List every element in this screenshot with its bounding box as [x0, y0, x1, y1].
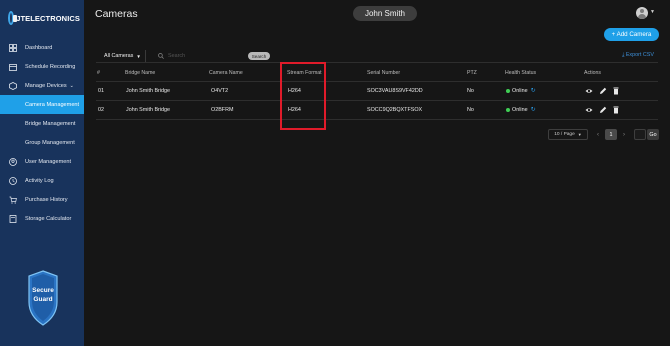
dashboard-icon: [8, 43, 17, 52]
sidebar-item-label: User Management: [25, 158, 72, 165]
sidebar-item-label: Storage Calculator: [25, 215, 72, 222]
sidebar-item-label: Camera Management: [25, 101, 80, 108]
add-camera-button[interactable]: + Add Camera: [604, 28, 659, 41]
chevron-down-icon: ▼: [136, 53, 141, 59]
export-csv-link[interactable]: ⤓ Export CSV: [622, 52, 654, 59]
chevron-down-icon[interactable]: ▼: [650, 9, 655, 15]
sidebar-item-label: Activity Log: [25, 177, 54, 184]
column-header-actions: Actions: [584, 70, 602, 76]
delete-icon[interactable]: [612, 106, 620, 114]
page-jump-input[interactable]: [634, 129, 646, 140]
sidebar-nav: Dashboard Schedule Recording Manage Devi…: [0, 38, 84, 228]
sidebar-item-storage-calculator[interactable]: Storage Calculator: [0, 209, 84, 228]
chevron-down-icon: ⌄: [69, 82, 74, 89]
stream-format-highlight-box: [280, 62, 326, 130]
search-input[interactable]: [168, 51, 248, 61]
sidebar-item-purchase-history[interactable]: Purchase History: [0, 190, 84, 209]
user-icon: [8, 157, 17, 166]
column-header-bridge-name[interactable]: Bridge Name: [125, 70, 155, 76]
delete-icon[interactable]: [612, 87, 620, 95]
cart-icon: [8, 195, 17, 204]
sidebar-item-bridge-management[interactable]: Bridge Management: [0, 114, 84, 133]
cell-ptz: No: [467, 107, 474, 113]
next-page-button[interactable]: ›: [619, 129, 629, 140]
cell-number: 01: [98, 88, 104, 94]
export-icon: ⤓: [621, 52, 625, 58]
sidebar-item-activity-log[interactable]: Activity Log: [0, 171, 84, 190]
cell-number: 02: [98, 107, 104, 113]
sidebar: JTELECTRONICS Dashboard Schedule Recordi…: [0, 0, 84, 346]
avatar[interactable]: [636, 7, 648, 19]
go-button[interactable]: Go: [647, 129, 659, 140]
cell-serial-number: SOCC9Q2BQXTFSOX: [367, 107, 423, 113]
refresh-icon[interactable]: ↻: [531, 87, 536, 94]
online-status-dot: [506, 107, 510, 112]
sidebar-item-dashboard[interactable]: Dashboard: [0, 38, 84, 57]
page-title: Cameras: [95, 8, 138, 20]
cell-bridge-name: John Smith Bridge: [126, 107, 171, 113]
health-status: Online ↻: [506, 106, 536, 113]
device-icon: [8, 81, 17, 90]
sidebar-item-label: Schedule Recording: [25, 63, 76, 70]
sidebar-item-label: Dashboard: [25, 44, 53, 51]
camera-filter-select[interactable]: All Cameras ▼: [96, 50, 146, 62]
view-icon[interactable]: [585, 106, 593, 114]
refresh-icon[interactable]: ↻: [531, 106, 536, 113]
search-button[interactable]: Search: [248, 52, 270, 60]
current-page-button[interactable]: 1: [605, 129, 617, 140]
cell-ptz: No: [467, 88, 474, 94]
badge-line2: Guard: [33, 296, 52, 303]
view-icon[interactable]: [585, 87, 593, 95]
online-status-dot: [506, 88, 510, 93]
sidebar-item-manage-devices[interactable]: Manage Devices ⌄: [0, 76, 84, 95]
cell-camera-name: O2BFRM: [211, 107, 234, 113]
column-header-ptz[interactable]: PTZ: [467, 70, 477, 76]
column-header-camera-name[interactable]: Camera Name: [209, 70, 243, 76]
calculator-icon: [8, 214, 17, 223]
sidebar-item-camera-management[interactable]: Camera Management: [0, 95, 84, 114]
cell-bridge-name: John Smith Bridge: [126, 88, 171, 94]
cell-camera-name: O4VT2: [211, 88, 229, 94]
column-header-serial-number[interactable]: Serial Number: [367, 70, 400, 76]
chevron-down-icon: ▼: [577, 132, 582, 137]
filter-bar: All Cameras ▼ Search ⤓ Export CSV: [96, 50, 658, 63]
sidebar-item-user-management[interactable]: User Management: [0, 152, 84, 171]
sidebar-item-label: Manage Devices: [25, 82, 67, 89]
sidebar-item-label: Bridge Management: [25, 120, 76, 127]
edit-icon[interactable]: [599, 106, 607, 114]
calendar-icon: [8, 62, 17, 71]
badge-line1: Secure: [32, 287, 54, 294]
table-divider: [96, 100, 658, 101]
cell-serial-number: SOC3VAU8S9VF42DD: [367, 88, 423, 94]
sidebar-item-label: Group Management: [25, 139, 75, 146]
secure-guard-badge: Secure Guard: [28, 270, 58, 326]
camera-filter-value: All Cameras: [104, 53, 134, 59]
column-header-number: #: [97, 70, 100, 76]
prev-page-button[interactable]: ‹: [593, 129, 603, 140]
sidebar-item-label: Purchase History: [25, 196, 68, 203]
brand-name: JTELECTRONICS: [16, 13, 80, 23]
status-text: Online: [512, 106, 528, 113]
search-icon: [158, 53, 164, 59]
edit-icon[interactable]: [599, 87, 607, 95]
user-name-pill[interactable]: John Smith: [353, 6, 417, 21]
brand-logo[interactable]: JTELECTRONICS: [8, 8, 80, 28]
health-status: Online ↻: [506, 87, 536, 94]
page-size-select[interactable]: 10 / Page ▼: [548, 129, 588, 140]
brand-logo-icon: [8, 11, 18, 25]
column-header-health-status[interactable]: Health Status: [505, 70, 536, 76]
clock-icon: [8, 176, 17, 185]
page-size-value: 10 / Page: [554, 132, 575, 137]
table-divider: [96, 81, 658, 82]
sidebar-item-group-management[interactable]: Group Management: [0, 133, 84, 152]
sidebar-item-schedule-recording[interactable]: Schedule Recording: [0, 57, 84, 76]
export-csv-label: Export CSV: [625, 52, 654, 58]
status-text: Online: [512, 87, 528, 94]
table-divider: [96, 119, 658, 120]
